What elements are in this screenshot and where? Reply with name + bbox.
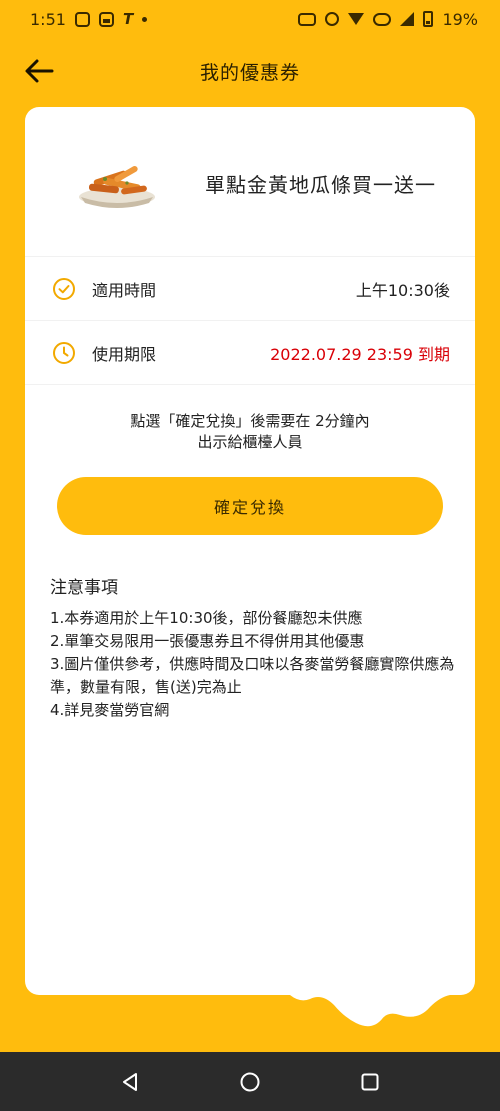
applicable-time-row: 適用時間 上午10:30後 — [25, 257, 475, 321]
gallery-icon — [98, 11, 114, 27]
expiry-value: 2022.07.29 23:59 到期 — [270, 344, 450, 364]
product-name: 單點金黃地瓜條買一送一 — [205, 173, 436, 197]
expiry-label: 使用期限 — [92, 344, 157, 364]
check-circle-icon — [53, 277, 75, 300]
nav-home-button[interactable] — [235, 1067, 265, 1097]
nav-back-icon — [123, 1072, 137, 1091]
nfc-icon — [298, 12, 317, 26]
coupon-card: 單點金黃地瓜條買一送一 適用時間 上午10:30後 使用期限 2022.07.2… — [25, 107, 475, 995]
product-row: 單點金黃地瓜條買一送一 — [25, 107, 475, 257]
notes-title: 注意事項 — [50, 578, 118, 598]
clock-icon — [53, 341, 75, 364]
navigation-bar — [0, 1052, 500, 1111]
header: 我的優惠券 — [0, 44, 500, 100]
nav-recents-icon — [361, 1073, 379, 1090]
wifi-icon — [348, 13, 365, 25]
instagram-icon — [74, 11, 90, 27]
note-item: 4.詳見麥當勞官網 — [50, 701, 170, 719]
redeem-hint: 點選「確定兌換」後需要在 2分鐘內 出示給櫃檯人員 — [25, 411, 475, 453]
battery-icon — [423, 11, 434, 27]
note-item: 2.單筆交易限用一張優惠券且不得併用其他優惠 — [50, 632, 365, 650]
signal-icon — [400, 12, 415, 26]
battery-percent: 19% — [442, 9, 478, 29]
notification-dot-icon — [142, 16, 148, 22]
redeem-hint-line2: 出示給櫃檯人員 — [197, 433, 303, 451]
note-item: 1.本券適用於上午10:30後，部份餐廳恕未供應 — [50, 609, 363, 627]
nav-home-icon — [240, 1072, 260, 1091]
note-item: 3.圖片僅供參考，供應時間及口味以各麥當勞餐廳實際供應為準，數量有限，售(送)完… — [50, 655, 455, 696]
lte-icon — [373, 12, 392, 26]
page-title: 我的優惠券 — [199, 62, 300, 84]
sweet-potato-fries-image — [79, 166, 155, 208]
notes-list: 1.本券適用於上午10:30後，部份餐廳恕未供應 2.單筆交易限用一張優惠券且不… — [50, 607, 460, 722]
app-t-icon: T — [122, 10, 134, 28]
status-bar: 1:51 T 19% — [0, 0, 500, 38]
decorative-wave — [290, 995, 450, 1027]
confirm-redeem-button[interactable]: 確定兌換 — [57, 477, 443, 535]
alarm-icon — [325, 12, 340, 26]
nav-back-button[interactable] — [115, 1067, 145, 1097]
expiry-row: 使用期限 2022.07.29 23:59 到期 — [25, 321, 475, 385]
status-time: 1:51 — [30, 9, 66, 29]
applicable-time-value: 上午10:30後 — [355, 280, 450, 300]
nav-recents-button[interactable] — [355, 1067, 385, 1097]
applicable-time-label: 適用時間 — [92, 280, 157, 300]
redeem-hint-line1: 點選「確定兌換」後需要在 2分鐘內 — [130, 412, 370, 430]
